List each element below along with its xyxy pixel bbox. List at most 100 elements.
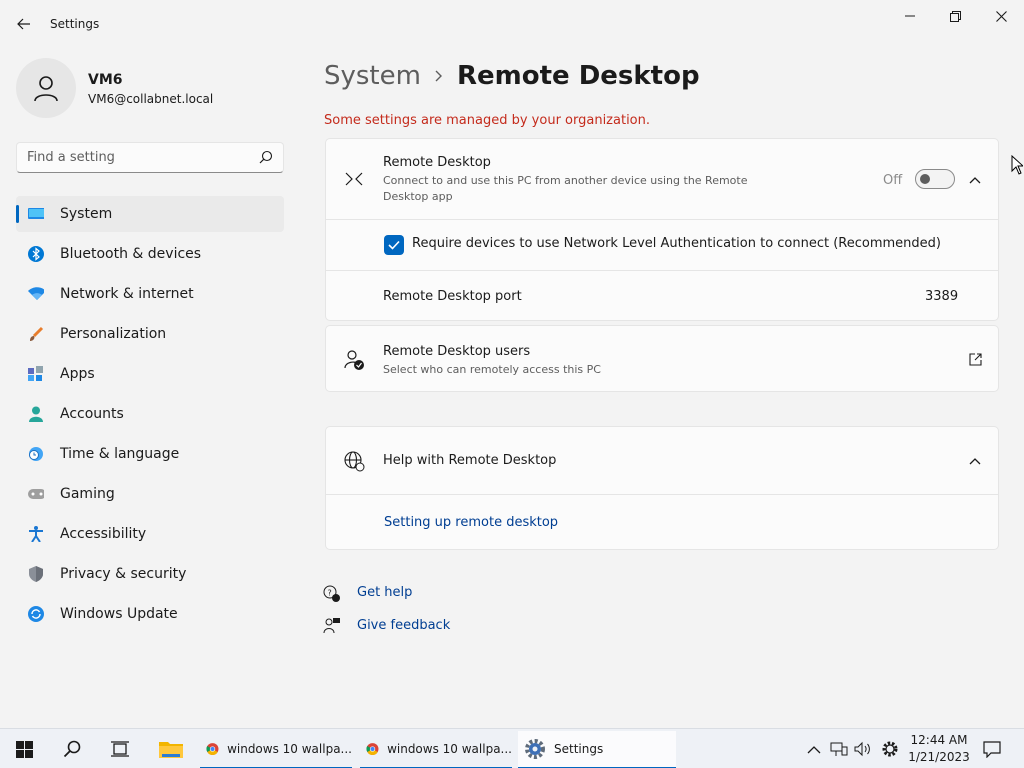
restore-button[interactable] (932, 0, 978, 32)
sidebar-item-personalization[interactable]: Personalization (16, 316, 284, 352)
clock-time: 12:44 AM (910, 733, 968, 747)
mouse-cursor-icon (1011, 154, 1024, 179)
sidebar-nav: System Bluetooth & devices Network & int… (16, 196, 284, 636)
sidebar-item-apps[interactable]: Apps (16, 356, 284, 392)
taskbar: windows 10 wallpa... windows 10 wallpa..… (0, 728, 1024, 768)
close-icon (995, 10, 1007, 22)
taskbar-app-chrome-1[interactable]: windows 10 wallpa... (200, 731, 352, 768)
sidebar-item-gaming[interactable]: Gaming (16, 476, 284, 512)
sidebar-item-label: Gaming (60, 486, 115, 502)
get-help-link[interactable]: Get help (357, 585, 412, 600)
help-card: Help with Remote Desktop Setting up remo… (325, 426, 999, 550)
setup-remote-desktop-link[interactable]: Setting up remote desktop (384, 515, 558, 530)
port-label: Remote Desktop port (383, 289, 522, 304)
avatar (16, 58, 76, 118)
search-box[interactable] (16, 142, 284, 173)
notifications-button[interactable] (982, 739, 1002, 759)
checkmark-icon (388, 240, 400, 250)
monitor-icon (28, 206, 44, 222)
sidebar-item-label: Accessibility (60, 526, 147, 542)
feedback-icon (323, 617, 341, 639)
sidebar-item-system[interactable]: System (16, 196, 284, 232)
sidebar-item-accessibility[interactable]: Accessibility (16, 516, 284, 552)
taskbar-app-chrome-2[interactable]: windows 10 wallpa... (360, 731, 512, 768)
sidebar-item-label: Privacy & security (60, 566, 187, 582)
search-input[interactable] (17, 143, 247, 172)
taskbar-app-settings[interactable]: Settings (518, 731, 676, 768)
shield-icon (28, 566, 44, 582)
sidebar-item-label: Bluetooth & devices (60, 246, 202, 262)
give-feedback-link[interactable]: Give feedback (357, 618, 450, 633)
sidebar-item-label: Accounts (60, 406, 124, 422)
search-icon (259, 150, 273, 168)
remote-desktop-users-card[interactable]: Remote Desktop users Select who can remo… (325, 325, 999, 392)
taskbar-app-label: windows 10 wallpa... (227, 742, 352, 756)
users-description: Select who can remotely access this PC (383, 363, 601, 376)
remote-desktop-card: Remote Desktop Connect to and use this P… (325, 138, 999, 321)
start-button[interactable] (8, 729, 40, 768)
taskbar-search-button[interactable] (56, 729, 88, 768)
show-hidden-icons-button[interactable] (804, 739, 824, 759)
sidebar-item-label: Network & internet (60, 286, 194, 302)
chevron-up-icon (969, 458, 981, 465)
sidebar-item-label: Apps (60, 366, 95, 382)
sidebar-item-network[interactable]: Network & internet (16, 276, 284, 312)
user-avatar-icon (34, 76, 58, 102)
remote-desktop-toggle[interactable] (915, 169, 955, 189)
wifi-icon (28, 286, 44, 302)
task-view-icon (111, 741, 129, 757)
breadcrumb: System Remote Desktop (324, 58, 700, 94)
port-value: 3389 (925, 289, 959, 304)
breadcrumb-parent[interactable]: System (324, 61, 421, 91)
sidebar-item-bluetooth[interactable]: Bluetooth & devices (16, 236, 284, 272)
nla-checkbox[interactable] (384, 235, 404, 255)
sidebar-item-label: Time & language (60, 446, 180, 462)
minimize-button[interactable] (887, 0, 933, 32)
task-view-button[interactable] (104, 729, 136, 768)
chevron-up-icon (807, 745, 821, 753)
managed-notice: Some settings are managed by your organi… (324, 113, 651, 128)
update-icon (28, 606, 44, 622)
close-button[interactable] (978, 0, 1024, 32)
chevron-right-icon (435, 70, 443, 82)
clock-globe-icon (28, 446, 44, 462)
taskbar-app-label: windows 10 wallpa... (387, 742, 512, 756)
globe-help-icon (342, 449, 366, 473)
system-clock[interactable]: 12:44 AM 1/21/2023 (907, 732, 971, 766)
title-bar: Settings (0, 0, 1024, 48)
clock-date: 1/21/2023 (908, 750, 970, 764)
sidebar-item-windows-update[interactable]: Windows Update (16, 596, 284, 632)
windows-logo-icon (15, 740, 33, 758)
sidebar-item-time-language[interactable]: Time & language (16, 436, 284, 472)
search-icon (63, 740, 81, 758)
sidebar-item-label: Windows Update (60, 606, 178, 622)
accessibility-icon (28, 526, 44, 542)
volume-icon[interactable] (853, 739, 873, 759)
get-help-icon: ? (323, 585, 341, 607)
users-check-icon (342, 348, 366, 372)
help-title: Help with Remote Desktop (383, 453, 557, 468)
sidebar-item-accounts[interactable]: Accounts (16, 396, 284, 432)
app-title: Settings (50, 17, 100, 31)
file-explorer-button[interactable] (155, 729, 187, 768)
notification-icon (983, 740, 1001, 758)
folder-icon (159, 742, 183, 758)
remote-desktop-title: Remote Desktop (383, 155, 491, 170)
restore-icon (949, 10, 961, 22)
remote-desktop-description: Connect to and use this PC from another … (383, 174, 748, 203)
remote-desktop-icon (342, 167, 366, 191)
chevron-up-icon (969, 177, 981, 184)
network-tray-icon[interactable] (829, 739, 849, 759)
chrome-icon (206, 743, 219, 755)
collapse-button[interactable] (963, 168, 987, 192)
sidebar-item-privacy[interactable]: Privacy & security (16, 556, 284, 592)
nla-label[interactable]: Require devices to use Network Level Aut… (412, 236, 941, 251)
svg-text:?: ? (328, 589, 332, 598)
chrome-icon (366, 743, 379, 755)
back-button[interactable] (10, 10, 38, 38)
user-profile[interactable]: VM6 VM6@collabnet.local (16, 58, 286, 118)
help-collapse-button[interactable] (963, 449, 987, 473)
person-icon (28, 406, 44, 422)
gear-icon[interactable] (880, 739, 900, 759)
open-external-button[interactable] (963, 347, 987, 371)
